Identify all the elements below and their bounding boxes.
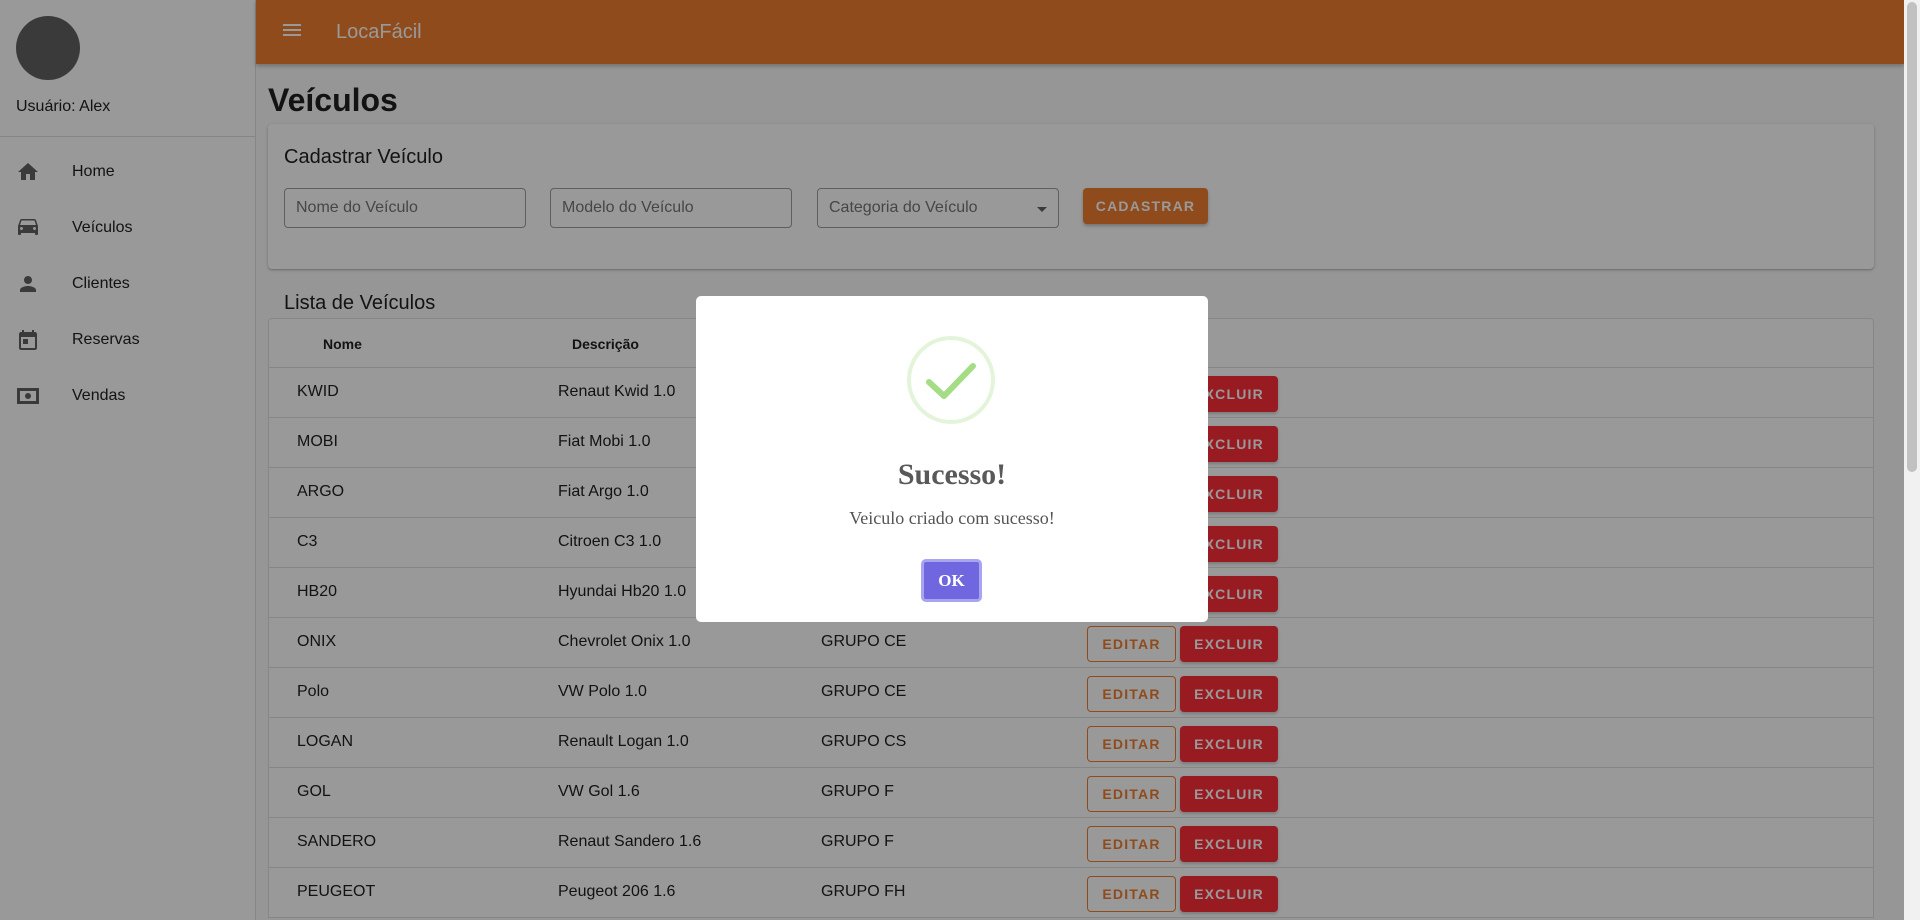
dialog-title: Sucesso!: [897, 458, 1007, 491]
dialog-message: Veiculo criado com sucesso!: [849, 508, 1055, 528]
success-dialog: Sucesso! Veiculo criado com sucesso! OK: [696, 296, 1208, 622]
checkmark-icon: [907, 336, 995, 424]
ok-button[interactable]: OK: [921, 559, 982, 602]
scrollbar[interactable]: [1904, 0, 1920, 920]
scrollbar-thumb[interactable]: [1907, 2, 1917, 472]
modal-overlay: Sucesso! Veiculo criado com sucesso! OK: [0, 0, 1920, 920]
